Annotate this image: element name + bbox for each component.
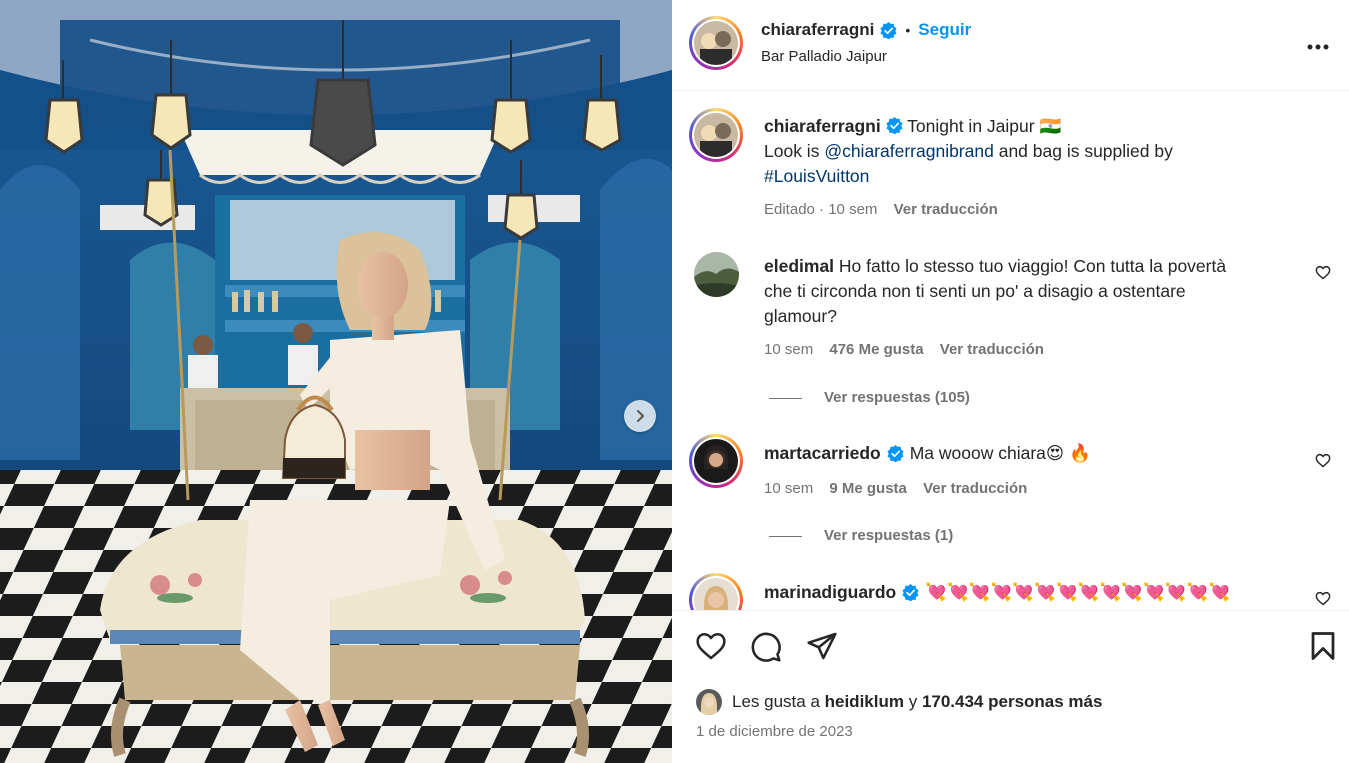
heart-icon (696, 633, 726, 660)
comment-button[interactable] (750, 631, 782, 668)
commenter-avatar[interactable] (689, 573, 743, 610)
comment-text-line-1: Ho fatto lo stesso tuo viaggio! Con tutt… (838, 256, 1227, 276)
heart-icon (1315, 453, 1331, 468)
like-button[interactable] (695, 631, 727, 666)
follow-button[interactable]: Seguir (918, 20, 971, 40)
caption-line-2-suffix: and bag is supplied by (993, 141, 1173, 161)
comment-username[interactable]: marinadiguardo (764, 580, 896, 605)
comment-like-button[interactable] (1315, 453, 1331, 473)
post-image (0, 0, 672, 763)
view-replies-button[interactable]: Ver respuestas (1) (769, 527, 953, 544)
comment-icon (751, 632, 781, 662)
commenter-avatar[interactable] (694, 252, 739, 297)
likes-summary: Les gusta a heidiklum y 170.434 personas… (696, 689, 1102, 715)
comment-time[interactable]: 10 sem (764, 480, 813, 497)
caption-line-2-prefix: Look is (764, 141, 825, 161)
view-replies-label[interactable]: Ver respuestas (1) (824, 527, 953, 544)
save-button[interactable] (1310, 631, 1336, 666)
comment-text-line-2: che ti circonda non ti senti un po' a di… (764, 281, 1186, 301)
caption-mention-link[interactable]: @chiaraferragnibrand (824, 141, 994, 161)
comment-time[interactable]: 10 sem (764, 341, 813, 358)
likes-prefix: Les gusta a (732, 692, 825, 711)
verified-badge-icon (902, 584, 919, 601)
post-side-panel: chiaraferragni • Seguir Bar Palladio Jai… (672, 0, 1349, 763)
caption-username[interactable]: chiaraferragni (764, 116, 881, 136)
likes-count-link[interactable]: 170.434 personas más (922, 692, 1103, 712)
commenter-avatar[interactable] (689, 434, 743, 488)
comment-like-button[interactable] (1315, 591, 1331, 610)
avatar-image (694, 113, 738, 157)
caption-time[interactable]: 10 sem (828, 201, 877, 218)
liker-username[interactable]: heidiklum (825, 692, 904, 712)
post-date[interactable]: 1 de diciembre de 2023 (696, 723, 853, 740)
comment-translate-button[interactable]: Ver traducción (940, 341, 1044, 358)
caption-avatar[interactable] (689, 108, 743, 162)
comments-section[interactable]: chiaraferragni Tonight in Jaipur 🇮🇳 Look… (672, 91, 1349, 610)
share-button[interactable] (806, 631, 838, 666)
verified-badge-icon (886, 117, 903, 134)
liker-avatar[interactable] (696, 689, 722, 715)
avatar-image (694, 21, 738, 65)
caption-hashtag-link[interactable]: #LouisVuitton (764, 166, 869, 186)
comment-likes-count[interactable]: 476 Me gusta (829, 341, 923, 358)
meta-separator: · (819, 201, 825, 218)
comment-likes-count[interactable]: 9 Me gusta (829, 480, 907, 497)
verified-badge-icon (887, 445, 904, 462)
comment-text: Ma wooow chiara😍 🔥 (909, 443, 1091, 463)
avatar-image (694, 578, 738, 610)
separator-dot: • (905, 22, 911, 38)
next-photo-button[interactable] (624, 400, 656, 432)
post-photo[interactable] (0, 0, 672, 763)
bookmark-icon (1311, 632, 1335, 660)
post-location[interactable]: Bar Palladio Jaipur (761, 48, 887, 65)
view-replies-label[interactable]: Ver respuestas (105) (824, 389, 970, 406)
avatar-image (694, 252, 739, 297)
view-replies-button[interactable]: Ver respuestas (105) (769, 389, 970, 406)
chevron-right-icon (637, 410, 645, 422)
comment-like-button[interactable] (1315, 265, 1331, 285)
comment-text-line-3: glamour? (764, 306, 837, 326)
replies-divider (769, 397, 802, 399)
more-options-button[interactable] (1307, 30, 1329, 56)
comment-text: 💘💘💘💘💘💘💘💘💘💘💘💘💘💘 (925, 582, 1231, 602)
post-actions-bar: Les gusta a heidiklum y 170.434 personas… (672, 610, 1349, 763)
verified-badge-icon (880, 21, 897, 39)
more-icon (1307, 44, 1329, 50)
likes-middle: y (903, 692, 922, 711)
avatar-image (694, 439, 738, 483)
comment-username[interactable]: eledimal (764, 256, 834, 276)
comment-username[interactable]: martacarriedo (764, 441, 881, 466)
share-icon (807, 632, 837, 660)
edited-label: Editado (764, 201, 815, 218)
author-username[interactable]: chiaraferragni (761, 20, 874, 40)
comment-translate-button[interactable]: Ver traducción (923, 480, 1027, 497)
heart-icon (1315, 265, 1331, 280)
post-header: chiaraferragni • Seguir Bar Palladio Jai… (672, 0, 1349, 91)
caption-translate-button[interactable]: Ver traducción (894, 201, 998, 218)
heart-icon (1315, 591, 1331, 606)
caption-line-1: Tonight in Jaipur 🇮🇳 (907, 116, 1062, 136)
author-avatar[interactable] (689, 16, 743, 70)
replies-divider (769, 535, 802, 537)
avatar-image (696, 689, 722, 715)
